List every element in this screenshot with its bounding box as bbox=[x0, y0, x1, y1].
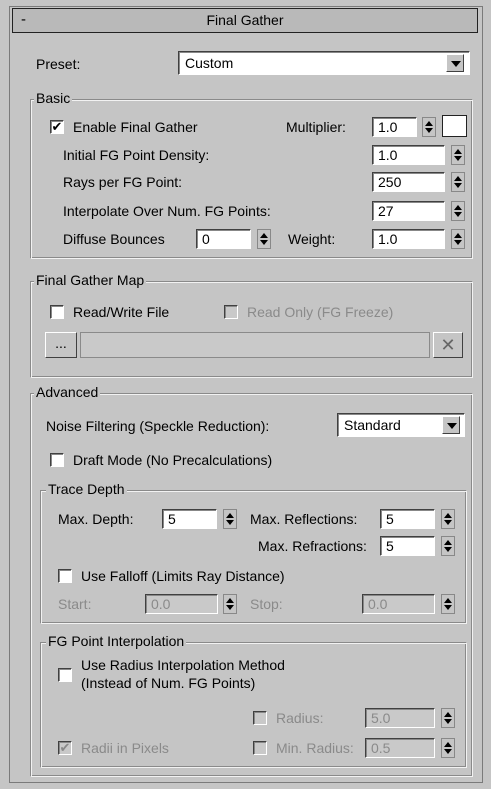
draft-mode-checkbox[interactable] bbox=[50, 453, 64, 467]
multiplier-spinner[interactable] bbox=[422, 117, 436, 137]
use-falloff-label: Use Falloff (Limits Ray Distance) bbox=[81, 568, 285, 584]
use-radius-checkbox[interactable] bbox=[58, 668, 72, 682]
min-radius-label: Min. Radius: bbox=[276, 740, 354, 756]
basic-legend: Basic bbox=[34, 90, 73, 106]
clear-path-icon[interactable]: ✕ bbox=[433, 332, 463, 358]
browse-button[interactable]: ... bbox=[45, 332, 77, 358]
min-radius-field[interactable]: 0.5 bbox=[365, 738, 435, 758]
radius-field[interactable]: 5.0 bbox=[365, 708, 435, 728]
max-depth-spinner[interactable] bbox=[223, 509, 237, 529]
fg-map-legend: Final Gather Map bbox=[34, 272, 147, 288]
draft-mode-label: Draft Mode (No Precalculations) bbox=[73, 452, 273, 468]
use-falloff-checkbox[interactable] bbox=[58, 569, 72, 583]
initial-density-label: Initial FG Point Density: bbox=[63, 147, 210, 163]
max-reflections-label: Max. Reflections: bbox=[250, 511, 358, 527]
advanced-legend: Advanced bbox=[34, 384, 101, 400]
radius-label: Radius: bbox=[276, 710, 324, 726]
interpolate-field[interactable]: 27 bbox=[372, 201, 445, 221]
weight-spinner[interactable] bbox=[451, 229, 465, 249]
radii-in-pixels-checkbox[interactable]: ✔ bbox=[58, 741, 72, 755]
weight-label: Weight: bbox=[288, 231, 336, 247]
preset-label: Preset: bbox=[36, 56, 81, 72]
rays-label: Rays per FG Point: bbox=[63, 174, 183, 190]
interpolate-spinner[interactable] bbox=[451, 201, 465, 221]
initial-density-spinner[interactable] bbox=[451, 145, 465, 165]
stop-label: Stop: bbox=[250, 596, 283, 612]
interpolate-label: Interpolate Over Num. FG Points: bbox=[63, 203, 271, 219]
start-field[interactable]: 0.0 bbox=[145, 594, 218, 614]
preset-value: Custom bbox=[185, 55, 234, 71]
max-depth-label: Max. Depth: bbox=[58, 511, 134, 527]
enable-final-gather-label: Enable Final Gather bbox=[73, 119, 198, 135]
preset-dropdown[interactable]: Custom bbox=[178, 51, 470, 75]
rollout-title-bar[interactable]: - Final Gather bbox=[12, 8, 478, 33]
read-write-file-label: Read/Write File bbox=[73, 304, 170, 320]
max-reflections-field[interactable]: 5 bbox=[380, 509, 435, 529]
stop-field[interactable]: 0.0 bbox=[362, 594, 435, 614]
max-reflections-spinner[interactable] bbox=[441, 509, 455, 529]
diffuse-bounces-field[interactable]: 0 bbox=[196, 229, 251, 249]
start-label: Start: bbox=[58, 596, 92, 612]
fg-interpolation-legend: FG Point Interpolation bbox=[46, 633, 187, 649]
max-refractions-spinner[interactable] bbox=[441, 536, 455, 556]
trace-depth-legend: Trace Depth bbox=[46, 481, 127, 497]
stop-spinner[interactable] bbox=[441, 594, 455, 614]
min-radius-spinner[interactable] bbox=[441, 738, 455, 758]
max-depth-field[interactable]: 5 bbox=[162, 509, 217, 529]
rays-spinner[interactable] bbox=[451, 172, 465, 192]
diffuse-bounces-label: Diffuse Bounces bbox=[63, 231, 165, 247]
use-radius-label-line2: (Instead of Num. FG Points) bbox=[81, 675, 256, 691]
read-only-checkbox[interactable] bbox=[224, 305, 238, 319]
noise-filtering-value: Standard bbox=[344, 417, 401, 433]
read-write-file-checkbox[interactable] bbox=[50, 305, 64, 319]
min-radius-checkbox[interactable] bbox=[253, 741, 267, 755]
fg-map-group bbox=[30, 281, 473, 378]
rollout-title: Final Gather bbox=[206, 12, 284, 28]
weight-field[interactable]: 1.0 bbox=[372, 229, 445, 249]
radius-checkbox[interactable] bbox=[253, 711, 267, 725]
read-only-label: Read Only (FG Freeze) bbox=[247, 304, 394, 320]
fg-color-swatch[interactable] bbox=[442, 115, 467, 137]
max-refractions-field[interactable]: 5 bbox=[380, 536, 435, 556]
start-spinner[interactable] bbox=[223, 594, 237, 614]
fg-map-path-field[interactable] bbox=[80, 332, 430, 358]
max-refractions-label: Max. Refractions: bbox=[258, 538, 367, 554]
radius-spinner[interactable] bbox=[441, 708, 455, 728]
rays-field[interactable]: 250 bbox=[372, 172, 445, 192]
noise-dropdown-arrow-icon[interactable] bbox=[442, 416, 460, 434]
preset-dropdown-arrow-icon[interactable] bbox=[446, 54, 464, 72]
enable-final-gather-checkbox[interactable]: ✔ bbox=[50, 120, 64, 134]
initial-density-field[interactable]: 1.0 bbox=[372, 145, 445, 165]
use-radius-label-line1: Use Radius Interpolation Method bbox=[81, 657, 285, 673]
multiplier-field[interactable]: 1.0 bbox=[372, 117, 417, 137]
multiplier-label: Multiplier: bbox=[286, 119, 346, 135]
diffuse-bounces-spinner[interactable] bbox=[257, 229, 271, 249]
noise-filtering-label: Noise Filtering (Speckle Reduction): bbox=[46, 418, 270, 434]
radii-in-pixels-label: Radii in Pixels bbox=[81, 740, 169, 756]
